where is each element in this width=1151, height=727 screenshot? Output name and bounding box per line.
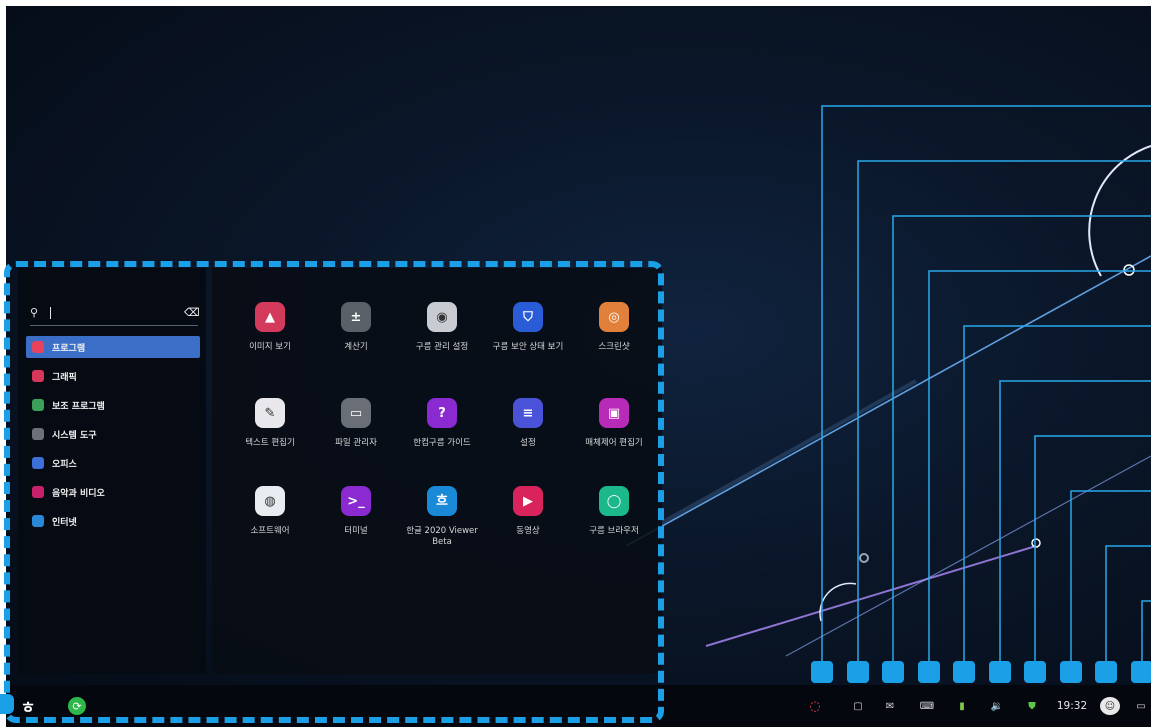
- category-item[interactable]: 시스템 도구: [26, 423, 200, 445]
- app-launcher[interactable]: ▣ 매체제어 편집기: [574, 398, 654, 449]
- category-item[interactable]: 오피스: [26, 452, 200, 474]
- app-launcher[interactable]: ◍ 소프트웨어: [230, 486, 310, 537]
- graphics-icon: [32, 370, 44, 382]
- category-label: 오피스: [52, 459, 77, 470]
- app-launcher[interactable]: >_ 터미널: [316, 486, 396, 537]
- text-editor-icon: ✎: [255, 398, 285, 428]
- calculator-icon: ±: [341, 302, 371, 332]
- app-label: 한글 2020 Viewer Beta: [406, 526, 478, 547]
- browser-icon: ◯: [599, 486, 629, 516]
- search-input[interactable]: [55, 306, 184, 319]
- gooroom-logo-icon[interactable]: ㅎ: [18, 697, 38, 717]
- screen: ⚲ ⌫ 프로그램그래픽보조 프로그램시스템 도구오피스음악과 비디오인터넷 ▲ 이…: [0, 0, 1151, 727]
- search-bar: ⚲ ⌫: [30, 300, 200, 326]
- app-label: 구름 관리 설정: [415, 342, 469, 352]
- app-launcher[interactable]: ▲ 이미지 보기: [230, 302, 310, 353]
- office-icon: [32, 457, 44, 469]
- security-status-icon: ⛉: [513, 302, 543, 332]
- internet-icon: [32, 515, 44, 527]
- settings-icon: ≡: [513, 398, 543, 428]
- app-launcher[interactable]: ◯ 구름 브라우저: [574, 486, 654, 537]
- app-launcher[interactable]: ⛉ 구름 보안 상태 보기: [488, 302, 568, 353]
- clock[interactable]: 19:32: [1054, 697, 1090, 715]
- software-icon: ◍: [255, 486, 285, 516]
- category-item[interactable]: 인터넷: [26, 510, 200, 532]
- image-viewer-icon: ▲: [255, 302, 285, 332]
- app-launcher[interactable]: ✎ 텍스트 편집기: [230, 398, 310, 449]
- shield-icon[interactable]: ⛊: [1024, 697, 1040, 715]
- accessory-icon: [32, 399, 44, 411]
- gooroom-management-icon: ◉: [427, 302, 457, 332]
- backspace-icon[interactable]: ⌫: [184, 306, 200, 319]
- terminal-icon: >_: [341, 486, 371, 516]
- app-launcher[interactable]: ? 한컴구름 가이드: [402, 398, 482, 449]
- program-icon: [32, 341, 44, 353]
- video-icon: ▶: [513, 486, 543, 516]
- app-grid-pane: ▲ 이미지 보기 ± 계산기 ◉ 구름 관리 설정 ⛉ 구름 보안 상태 보기 ◎ 스크린샷 ✎ 텍스…: [212, 268, 662, 674]
- app-label: 구름 보안 상태 보기: [492, 342, 564, 352]
- app-launcher[interactable]: ▶ 동영상: [488, 486, 568, 537]
- app-label: 매체제어 편집기: [585, 438, 643, 448]
- power-ring-icon[interactable]: ◌: [806, 697, 824, 715]
- app-launcher[interactable]: ◉ 구름 관리 설정: [402, 302, 482, 353]
- category-item[interactable]: 프로그램: [26, 336, 200, 358]
- taskbar: ㅎ ⟳ ◌ ▢ ✉ ⌨ ▮ 🔉 ⛊ 19:32 ☺ ▭: [6, 685, 1151, 727]
- app-launcher[interactable]: ▭ 파일 관리자: [316, 398, 396, 449]
- category-item[interactable]: 보조 프로그램: [26, 394, 200, 416]
- media-icon: [32, 486, 44, 498]
- screenshot-icon: ◎: [599, 302, 629, 332]
- app-label: 동영상: [516, 526, 540, 536]
- avatar-icon[interactable]: ☺: [1100, 697, 1120, 715]
- app-label: 텍스트 편집기: [245, 438, 295, 448]
- category-list: 프로그램그래픽보조 프로그램시스템 도구오피스음악과 비디오인터넷: [26, 336, 200, 539]
- app-launcher[interactable]: ≡ 설정: [488, 398, 568, 449]
- volume-icon[interactable]: 🔉: [988, 697, 1006, 715]
- app-label: 이미지 보기: [249, 342, 291, 352]
- category-item[interactable]: 음악과 비디오: [26, 481, 200, 503]
- app-label: 터미널: [344, 526, 368, 536]
- system-tools-icon: [32, 428, 44, 440]
- start-menu: ⚲ ⌫ 프로그램그래픽보조 프로그램시스템 도구오피스음악과 비디오인터넷 ▲ 이…: [18, 268, 662, 676]
- app-label: 스크린샷: [598, 342, 630, 352]
- category-label: 보조 프로그램: [52, 401, 105, 412]
- window-icon[interactable]: ▢: [850, 697, 866, 715]
- file-manager-icon: ▭: [341, 398, 371, 428]
- category-pane: ⚲ ⌫ 프로그램그래픽보조 프로그램시스템 도구오피스음악과 비디오인터넷: [18, 268, 206, 674]
- app-label: 소프트웨어: [250, 526, 290, 536]
- category-label: 프로그램: [52, 343, 86, 354]
- update-icon[interactable]: ⟳: [68, 697, 86, 715]
- mail-icon[interactable]: ✉: [882, 697, 898, 715]
- app-label: 파일 관리자: [335, 438, 377, 448]
- app-label: 한컴구름 가이드: [413, 438, 471, 448]
- corner-marker: [0, 694, 14, 714]
- keyboard-icon[interactable]: ⌨: [918, 697, 936, 715]
- category-label: 인터넷: [52, 517, 77, 528]
- category-label: 그래픽: [52, 372, 77, 383]
- category-label: 음악과 비디오: [52, 488, 105, 499]
- app-launcher[interactable]: ± 계산기: [316, 302, 396, 353]
- app-launcher[interactable]: ◎ 스크린샷: [574, 302, 654, 353]
- category-label: 시스템 도구: [52, 430, 97, 441]
- category-item[interactable]: 그래픽: [26, 365, 200, 387]
- app-label: 설정: [520, 438, 536, 448]
- app-label: 계산기: [344, 342, 368, 352]
- search-icon: ⚲: [30, 306, 39, 319]
- show-desktop-icon[interactable]: ▭: [1134, 697, 1148, 715]
- battery-icon[interactable]: ▮: [954, 697, 970, 715]
- desktop-background: ⚲ ⌫ 프로그램그래픽보조 프로그램시스템 도구오피스음악과 비디오인터넷 ▲ 이…: [6, 6, 1151, 727]
- app-label: 구름 브라우저: [589, 526, 639, 536]
- media-control-icon: ▣: [599, 398, 629, 428]
- guide-icon: ?: [427, 398, 457, 428]
- hangul-viewer-icon: 흐: [427, 486, 457, 516]
- text-cursor: [50, 306, 51, 319]
- app-launcher[interactable]: 흐한글 2020 Viewer Beta: [402, 486, 482, 548]
